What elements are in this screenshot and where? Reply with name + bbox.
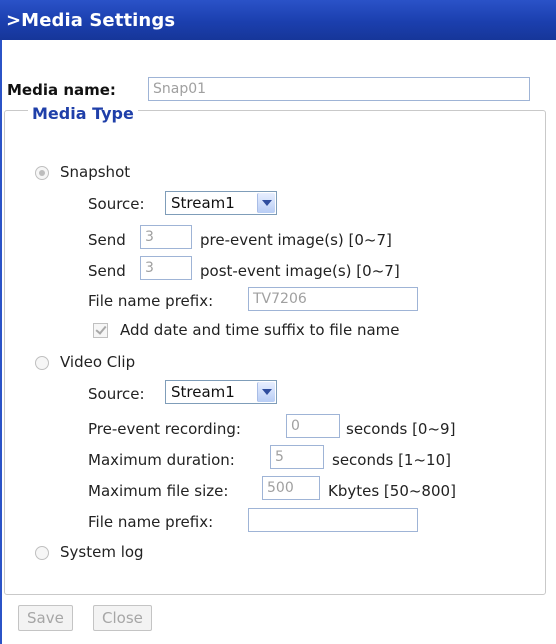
snapshot-prefix-input[interactable]: TV7206 xyxy=(248,287,418,311)
video-prefix-label: File name prefix: xyxy=(88,513,214,531)
snapshot-label: Snapshot xyxy=(60,163,131,181)
save-button[interactable]: Save xyxy=(18,605,73,631)
max-file-size-input[interactable]: 500 xyxy=(262,476,320,500)
media-type-legend: Media Type xyxy=(28,104,138,123)
media-name-input[interactable]: Snap01 xyxy=(148,77,530,101)
system-log-label: System log xyxy=(60,543,144,561)
media-name-label: Media name: xyxy=(7,81,116,99)
date-suffix-checkbox[interactable] xyxy=(93,323,108,338)
video-clip-radio[interactable] xyxy=(35,356,49,370)
post-event-images-input[interactable]: 3 xyxy=(140,256,192,280)
chevron-down-icon xyxy=(257,382,275,402)
pre-event-recording-unit: seconds [0~9] xyxy=(346,420,456,438)
send-post-label: Send xyxy=(88,262,126,280)
title-bar: >Media Settings xyxy=(0,0,556,40)
snapshot-radio[interactable] xyxy=(35,166,49,180)
date-suffix-label: Add date and time suffix to file name xyxy=(120,321,400,339)
send-pre-label: Send xyxy=(88,231,126,249)
max-file-size-unit: Kbytes [50~800] xyxy=(328,482,456,500)
max-duration-unit: seconds [1~10] xyxy=(332,451,451,469)
page-title: >Media Settings xyxy=(6,10,176,31)
video-prefix-input[interactable] xyxy=(248,508,418,532)
snapshot-source-label: Source: xyxy=(88,195,145,213)
max-duration-label: Maximum duration: xyxy=(88,451,235,469)
post-event-images-text: post-event image(s) [0~7] xyxy=(200,262,400,280)
snapshot-source-value: Stream1 xyxy=(171,194,235,212)
system-log-radio[interactable] xyxy=(35,546,49,560)
max-duration-input[interactable]: 5 xyxy=(270,445,324,469)
pre-event-recording-label: Pre-event recording: xyxy=(88,420,241,438)
pre-event-images-text: pre-event image(s) [0~7] xyxy=(200,231,392,249)
pre-event-images-input[interactable]: 3 xyxy=(140,225,192,249)
video-clip-label: Video Clip xyxy=(60,353,136,371)
video-source-label: Source: xyxy=(88,385,145,403)
left-border xyxy=(0,40,2,644)
snapshot-prefix-label: File name prefix: xyxy=(88,292,214,310)
close-button[interactable]: Close xyxy=(93,605,152,631)
video-source-select[interactable]: Stream1 xyxy=(165,380,277,404)
video-source-value: Stream1 xyxy=(171,383,235,401)
chevron-down-icon xyxy=(257,193,275,213)
max-file-size-label: Maximum file size: xyxy=(88,482,229,500)
pre-event-recording-input[interactable]: 0 xyxy=(286,414,340,438)
snapshot-source-select[interactable]: Stream1 xyxy=(165,191,277,215)
